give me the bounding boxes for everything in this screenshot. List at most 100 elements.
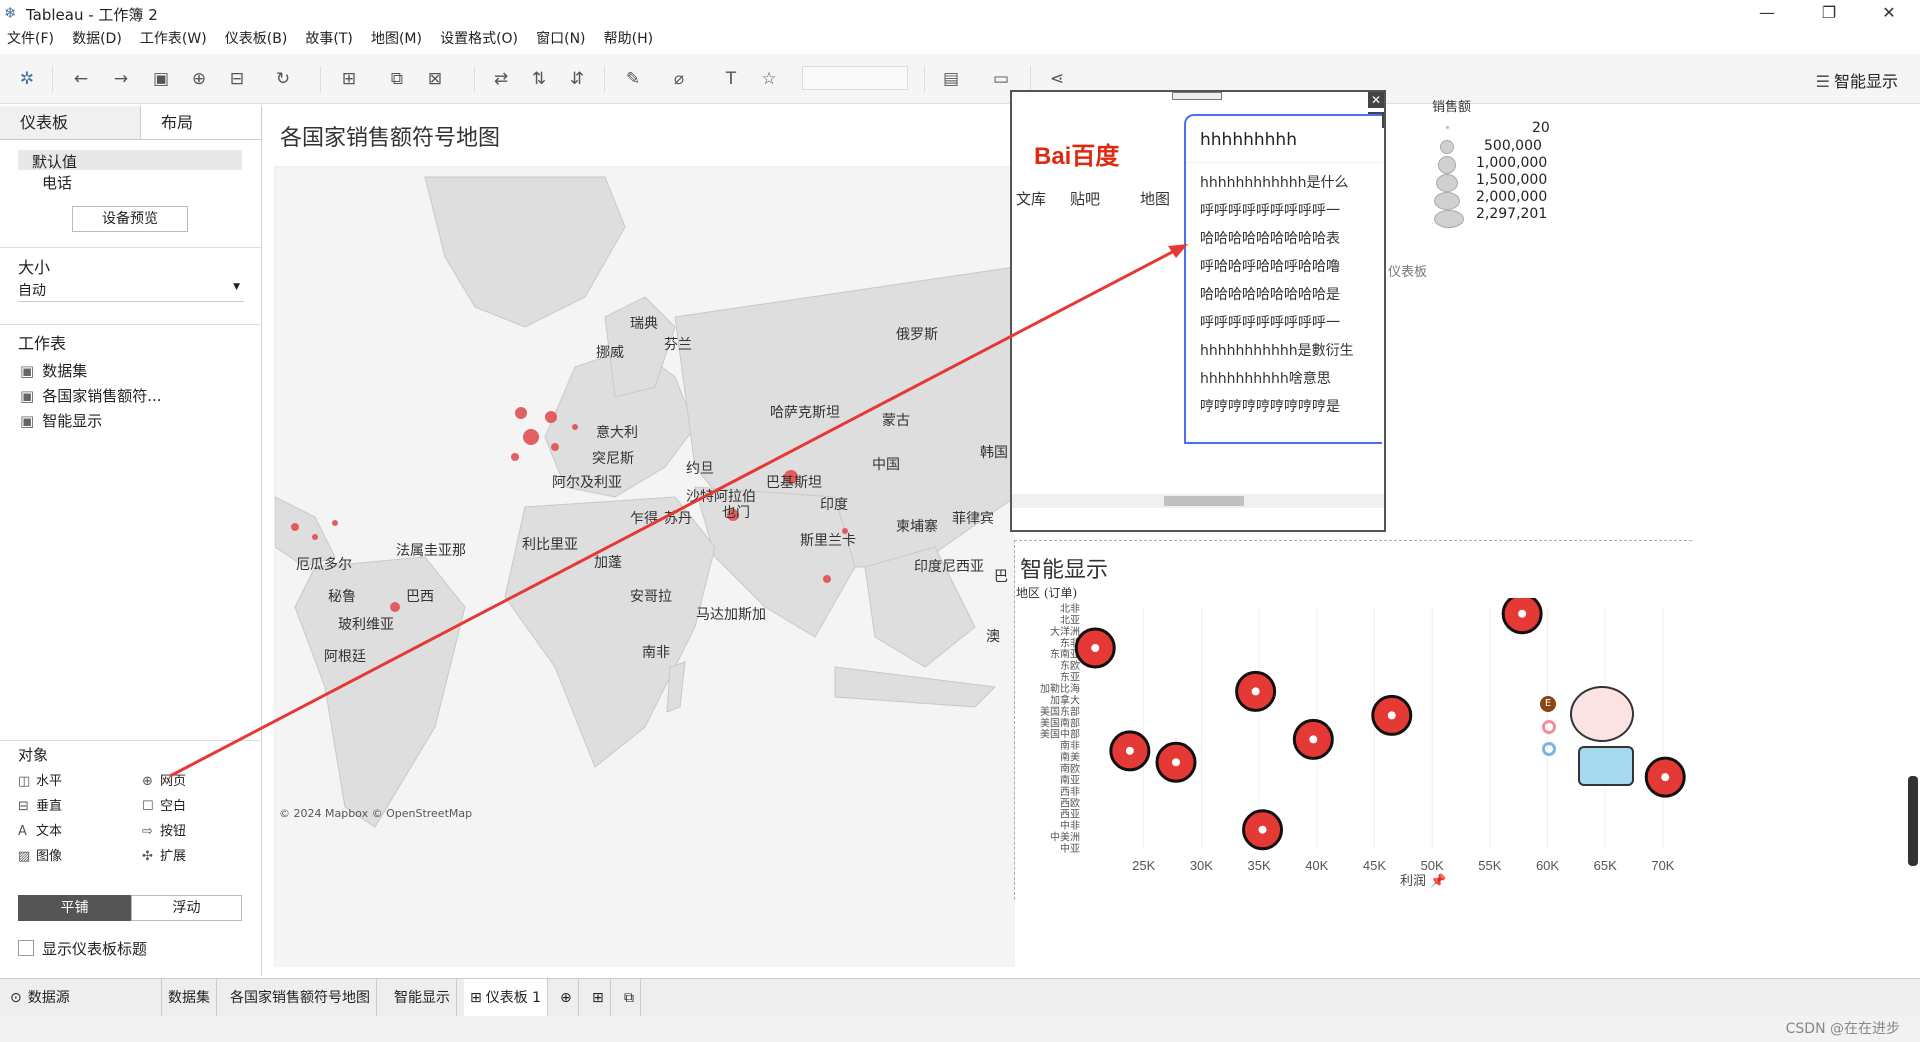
- tab-layout[interactable]: 布局: [140, 106, 262, 140]
- close-icon[interactable]: ✕: [1368, 92, 1384, 108]
- object-text[interactable]: A 文本: [18, 820, 62, 839]
- object-image[interactable]: ▨ 图像: [18, 845, 62, 864]
- redo-icon[interactable]: →: [110, 69, 132, 89]
- baidu-nav-tieba[interactable]: 贴吧: [1070, 188, 1100, 209]
- horizontal-scrollbar[interactable]: [1012, 494, 1384, 508]
- worksheet-item[interactable]: ▣ 数据集: [20, 360, 87, 381]
- clear-sheet-icon[interactable]: ⊠: [424, 69, 446, 89]
- map-label: 俄罗斯: [896, 327, 938, 343]
- drag-handle[interactable]: [1172, 92, 1222, 100]
- tableau-start-icon[interactable]: ✲: [16, 69, 38, 89]
- map-label: 菲律宾: [952, 511, 994, 527]
- worksheet-label: 数据集: [42, 362, 88, 380]
- object-blank[interactable]: ☐ 空白: [142, 795, 186, 814]
- map-title: 各国家销售额符号地图: [280, 126, 501, 151]
- new-datasource-icon[interactable]: ⊕: [188, 69, 210, 89]
- object-vertical[interactable]: ⊟ 垂直: [18, 795, 62, 814]
- show-title-checkbox[interactable]: [18, 940, 34, 956]
- presentation-icon[interactable]: ▭: [990, 69, 1012, 89]
- menu-format[interactable]: 设置格式(O): [440, 28, 518, 48]
- new-sheet-icon[interactable]: ⊞: [338, 69, 360, 89]
- menu-worksheet[interactable]: 工作表(W): [140, 28, 207, 48]
- tab-sheet[interactable]: 数据集: [162, 979, 217, 1017]
- worksheet-item[interactable]: ▣ 各国家销售额符...: [20, 385, 162, 406]
- floating-toggle[interactable]: 浮动: [131, 895, 242, 921]
- object-button[interactable]: ⇨ 按钮: [142, 820, 186, 839]
- save-icon[interactable]: ▣: [150, 69, 172, 89]
- fix-axes-icon[interactable]: ☆: [758, 69, 780, 89]
- suggestion-item[interactable]: hhhhhhhhhhhh是什么: [1200, 172, 1380, 192]
- size-dropdown[interactable]: 自动 ▼: [18, 280, 244, 302]
- map-label: 乍得: [630, 511, 658, 527]
- new-story-icon[interactable]: ⧉: [618, 979, 641, 1017]
- fit-dropdown[interactable]: [802, 66, 908, 90]
- scrollbar-thumb[interactable]: [1164, 496, 1244, 506]
- map-view[interactable]: © 2024 Mapbox © OpenStreetMap: [274, 166, 1016, 967]
- sort-desc-icon[interactable]: ⇵: [566, 69, 588, 89]
- smart-display-button[interactable]: ☰ 智能显示: [1816, 68, 1898, 92]
- pause-updates-icon[interactable]: ⊟: [226, 69, 248, 89]
- labels-icon[interactable]: T: [720, 69, 742, 89]
- duplicate-icon[interactable]: ⧉: [386, 69, 408, 89]
- share-icon[interactable]: ⋖: [1046, 69, 1068, 89]
- maximize-button[interactable]: ❐: [1806, 0, 1852, 26]
- refresh-icon[interactable]: ↻: [272, 69, 294, 89]
- tab-sheet[interactable]: 各国家销售额符号地图: [224, 979, 377, 1017]
- globe-icon: ⊕: [142, 774, 153, 789]
- tab-dashboard-active[interactable]: ⊞ 仪表板 1: [464, 979, 549, 1017]
- new-worksheet-icon[interactable]: ⊕: [554, 979, 579, 1017]
- web-page-object[interactable]: ✕ ▼ Bai百度 文库 贴吧 地图 hhhhhhhhh hhhhhhhhhhh…: [1010, 90, 1386, 532]
- object-horizontal[interactable]: ◫ 水平: [18, 770, 62, 789]
- suggestion-item[interactable]: 哈哈哈哈哈哈哈哈哈是: [1200, 284, 1380, 304]
- y-tick-label: 中美洲: [1050, 831, 1080, 844]
- object-extension[interactable]: ✣ 扩展: [142, 845, 186, 864]
- size-value: 自动: [18, 283, 46, 299]
- menu-window[interactable]: 窗口(N): [536, 28, 585, 48]
- show-cards-icon[interactable]: ▤: [940, 69, 962, 89]
- suggestion-item[interactable]: hhhhhhhhhhh是數衍生: [1200, 340, 1380, 360]
- device-phone[interactable]: 电话: [42, 172, 72, 193]
- suggestion-item[interactable]: 呼哈哈呼哈哈呼哈哈噜: [1200, 256, 1380, 276]
- device-preview-button[interactable]: 设备预览: [72, 206, 188, 232]
- menu-help[interactable]: 帮助(H): [604, 28, 653, 48]
- menu-file[interactable]: 文件(F): [7, 28, 54, 48]
- sort-asc-icon[interactable]: ⇅: [528, 69, 550, 89]
- tab-datasource[interactable]: ⊙ 数据源: [0, 979, 162, 1017]
- suggestion-item[interactable]: 哈哈哈哈哈哈哈哈哈表: [1200, 228, 1380, 248]
- menu-data[interactable]: 数据(D): [72, 28, 122, 48]
- menu-story[interactable]: 故事(T): [305, 28, 352, 48]
- tab-sheet[interactable]: 智能显示: [388, 979, 457, 1017]
- undo-icon[interactable]: ←: [70, 69, 92, 89]
- smart-display-label: 智能显示: [1833, 72, 1898, 91]
- baidu-nav-map[interactable]: 地图: [1140, 188, 1170, 209]
- worksheet-item[interactable]: ▣ 智能显示: [20, 410, 102, 431]
- minimize-button[interactable]: —: [1744, 0, 1790, 26]
- close-button[interactable]: ✕: [1866, 0, 1912, 26]
- y-tick-label: 中亚: [1060, 842, 1080, 855]
- divider: [0, 247, 262, 248]
- new-dashboard-icon[interactable]: ⊞: [586, 979, 611, 1017]
- size-legend[interactable]: 20 500,000 1,000,000 1,500,000 2,000,000…: [1432, 116, 1582, 236]
- suggestion-item[interactable]: 呼呼呼呼呼呼呼呼呼一: [1200, 312, 1380, 332]
- y-tick-label: 大洋洲: [1050, 625, 1080, 638]
- side-handle[interactable]: [1908, 776, 1918, 866]
- legend-mark: [1434, 192, 1460, 210]
- baidu-nav-wenku[interactable]: 文库: [1016, 188, 1046, 209]
- suggestion-item[interactable]: hhhhhhhhhh啥意思: [1200, 368, 1380, 388]
- suggestion-item[interactable]: 呼呼呼呼呼呼呼呼呼一: [1200, 200, 1380, 220]
- toolbar-separator: [474, 66, 475, 92]
- menu-map[interactable]: 地图(M): [371, 28, 422, 48]
- tiled-toggle[interactable]: 平铺: [18, 895, 131, 921]
- highlight-icon[interactable]: ✎: [622, 69, 644, 89]
- tableau-logo-icon: ❄: [4, 4, 17, 22]
- baidu-search-input[interactable]: hhhhhhhhh: [1200, 130, 1297, 150]
- swap-icon[interactable]: ⇄: [490, 69, 512, 89]
- data-point-center: [1251, 687, 1260, 696]
- group-icon[interactable]: ⌀: [668, 69, 690, 89]
- menu-dashboard[interactable]: 仪表板(B): [225, 28, 288, 48]
- suggestion-item[interactable]: 哼哼哼哼哼哼哼哼哼是: [1200, 396, 1380, 416]
- y-tick-label: 北非: [1060, 603, 1080, 615]
- tab-dashboard[interactable]: 仪表板: [0, 106, 140, 140]
- object-webpage[interactable]: ⊕ 网页: [142, 770, 186, 789]
- y-tick-label: 南欧: [1060, 762, 1080, 775]
